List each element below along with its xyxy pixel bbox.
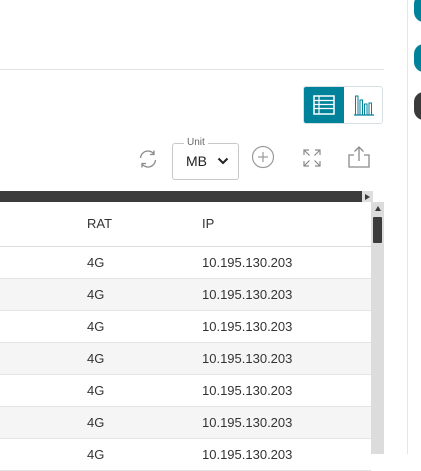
export-icon — [348, 146, 370, 168]
column-header-rat[interactable]: RAT — [87, 202, 112, 246]
chart-view-icon — [353, 95, 374, 116]
rat-cell: 4G — [87, 415, 105, 430]
side-indicator-teal[interactable] — [414, 0, 421, 22]
refresh-icon — [139, 150, 157, 168]
arrow-right-icon — [365, 193, 370, 200]
table-row[interactable]: 4G 10.195.130.203 — [0, 407, 371, 439]
rat-cell: 4G — [87, 287, 105, 302]
add-circle-icon — [251, 145, 275, 169]
ip-cell: 10.195.130.203 — [202, 383, 293, 398]
table-row[interactable]: 4G 10.195.130.203 — [0, 279, 371, 311]
chart-view-button[interactable] — [344, 87, 382, 123]
column-header-ip[interactable]: IP — [202, 202, 214, 246]
table-row[interactable]: 4G 10.195.130.203 — [0, 311, 371, 343]
ip-cell: 10.195.130.203 — [202, 415, 293, 430]
rat-cell: 4G — [87, 319, 105, 334]
ip-cell: 10.195.130.203 — [202, 351, 293, 366]
scrollbar-thumb[interactable] — [373, 217, 382, 243]
table-view-button[interactable] — [304, 87, 344, 123]
scroll-up-button[interactable] — [371, 202, 384, 215]
add-button[interactable] — [250, 144, 276, 170]
rat-cell: 4G — [87, 383, 105, 398]
unit-select[interactable]: Unit MB — [172, 136, 239, 180]
rat-cell: 4G — [87, 447, 105, 462]
ip-cell: 10.195.130.203 — [202, 287, 293, 302]
ip-cell: 10.195.130.203 — [202, 255, 293, 270]
rat-cell: 4G — [87, 351, 105, 366]
unit-label: Unit — [184, 136, 208, 150]
side-indicator-dark[interactable] — [414, 92, 421, 120]
chevron-down-icon — [217, 157, 229, 165]
table-row[interactable]: 4G 10.195.130.203 — [0, 247, 371, 279]
view-toggle — [303, 86, 383, 124]
side-indicator-teal-2[interactable] — [414, 44, 421, 72]
data-table: RAT IP 4G 10.195.130.203 4G 10.195.130.2… — [0, 202, 371, 471]
header-divider — [0, 69, 384, 70]
arrow-up-icon — [374, 206, 381, 211]
horizontal-scrollbar[interactable] — [0, 191, 373, 202]
unit-value: MB — [186, 153, 207, 169]
fullscreen-icon — [303, 149, 321, 167]
rat-cell: 4G — [87, 255, 105, 270]
table-row[interactable]: 4G 10.195.130.203 — [0, 439, 371, 471]
panel-divider — [407, 0, 408, 454]
refresh-button[interactable] — [134, 145, 162, 173]
table-row[interactable]: 4G 10.195.130.203 — [0, 375, 371, 407]
export-button[interactable] — [345, 143, 373, 171]
table-view-icon — [313, 95, 335, 115]
scroll-right-button[interactable] — [362, 191, 373, 202]
table-header: RAT IP — [0, 202, 371, 247]
ip-cell: 10.195.130.203 — [202, 447, 293, 462]
fullscreen-button[interactable] — [299, 145, 325, 171]
table-row[interactable]: 4G 10.195.130.203 — [0, 343, 371, 375]
ip-cell: 10.195.130.203 — [202, 319, 293, 334]
